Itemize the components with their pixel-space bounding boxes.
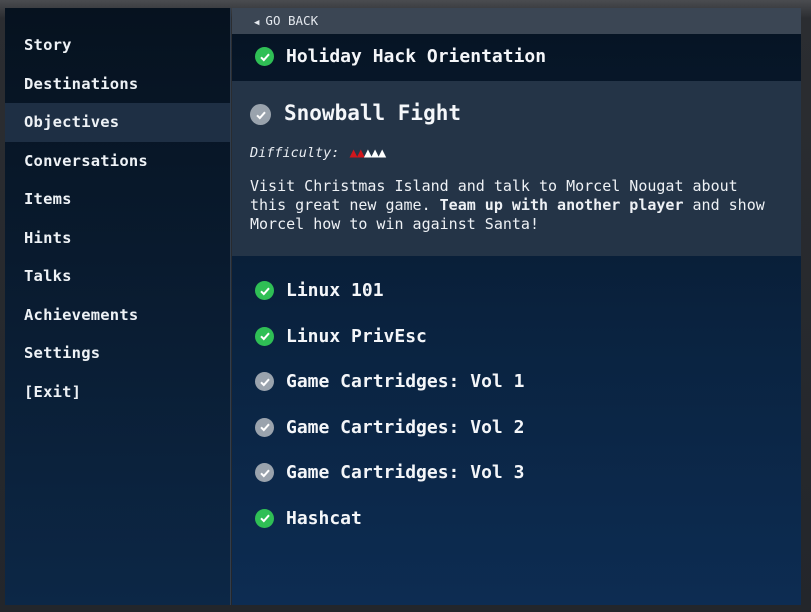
- sidebar-item-hints[interactable]: Hints: [5, 219, 230, 258]
- objective-item[interactable]: Holiday Hack Orientation: [232, 34, 801, 80]
- sidebar-list: Story Destinations Objectives Conversati…: [5, 8, 230, 411]
- objective-item[interactable]: Game Cartridges: Vol 3: [232, 450, 801, 496]
- check-circle-icon: [255, 47, 274, 66]
- tree-icon: ▲: [356, 145, 365, 161]
- objective-item[interactable]: Hashcat: [232, 496, 801, 542]
- objective-item[interactable]: Game Cartridges: Vol 1: [232, 359, 801, 405]
- go-back-button[interactable]: ◀ GO BACK: [232, 8, 801, 34]
- objective-title: Linux PrivEsc: [286, 325, 427, 347]
- sidebar-item-exit[interactable]: [Exit]: [5, 373, 230, 412]
- objective-description: Visit Christmas Island and talk to Morce…: [232, 167, 801, 234]
- difficulty-trees: ▲▲▲▲▲: [349, 145, 387, 161]
- selected-objective-header: Snowball Fight: [232, 81, 801, 143]
- objective-title: Hashcat: [286, 507, 362, 529]
- objectives-panel: ◀ GO BACK Holiday Hack Orientation Snowba…: [232, 8, 801, 605]
- tree-icon: ▲: [349, 145, 358, 161]
- check-circle-icon: [250, 104, 271, 125]
- window-frame: Story Destinations Objectives Conversati…: [0, 0, 811, 612]
- check-circle-icon: [255, 326, 274, 346]
- description-emphasis: Team up with another player: [439, 196, 684, 214]
- check-circle-icon: [255, 281, 274, 300]
- triangle-left-icon: ◀: [254, 18, 260, 28]
- difficulty-rating: Difficulty: ▲▲▲▲▲: [232, 143, 801, 167]
- selected-objective-title: Snowball Fight: [284, 101, 462, 125]
- sidebar-item-items[interactable]: Items: [5, 180, 230, 219]
- tree-icon: ▲: [378, 145, 386, 161]
- sidebar-item-destinations[interactable]: Destinations: [5, 65, 230, 104]
- sidebar-item-talks[interactable]: Talks: [5, 257, 230, 296]
- sidebar-item-achievements[interactable]: Achievements: [5, 296, 230, 335]
- sidebar-item-objectives[interactable]: Objectives: [5, 103, 230, 142]
- objective-item[interactable]: Linux 101: [232, 268, 801, 314]
- objective-title: Game Cartridges: Vol 2: [286, 416, 525, 438]
- objective-expanded[interactable]: Snowball Fight Difficulty: ▲▲▲▲▲ Visit C…: [232, 81, 801, 256]
- objective-item[interactable]: Game Cartridges: Vol 2: [232, 405, 801, 451]
- objective-title: Linux 101: [286, 280, 384, 301]
- objective-title: Game Cartridges: Vol 1: [286, 371, 525, 392]
- check-circle-icon: [255, 417, 274, 437]
- sidebar: Story Destinations Objectives Conversati…: [5, 8, 231, 605]
- sidebar-item-story[interactable]: Story: [5, 26, 230, 65]
- objective-item[interactable]: Linux PrivEsc: [232, 314, 801, 360]
- objective-title: Game Cartridges: Vol 3: [286, 462, 525, 483]
- tree-icon: ▲: [363, 145, 372, 161]
- sidebar-item-settings[interactable]: Settings: [5, 334, 230, 373]
- objective-title: Holiday Hack Orientation: [286, 46, 547, 67]
- check-circle-icon: [255, 372, 274, 391]
- check-circle-icon: [255, 508, 274, 528]
- check-circle-icon: [255, 463, 274, 482]
- difficulty-label: Difficulty:: [250, 145, 340, 161]
- go-back-label: GO BACK: [265, 13, 319, 28]
- sidebar-item-conversations[interactable]: Conversations: [5, 142, 230, 181]
